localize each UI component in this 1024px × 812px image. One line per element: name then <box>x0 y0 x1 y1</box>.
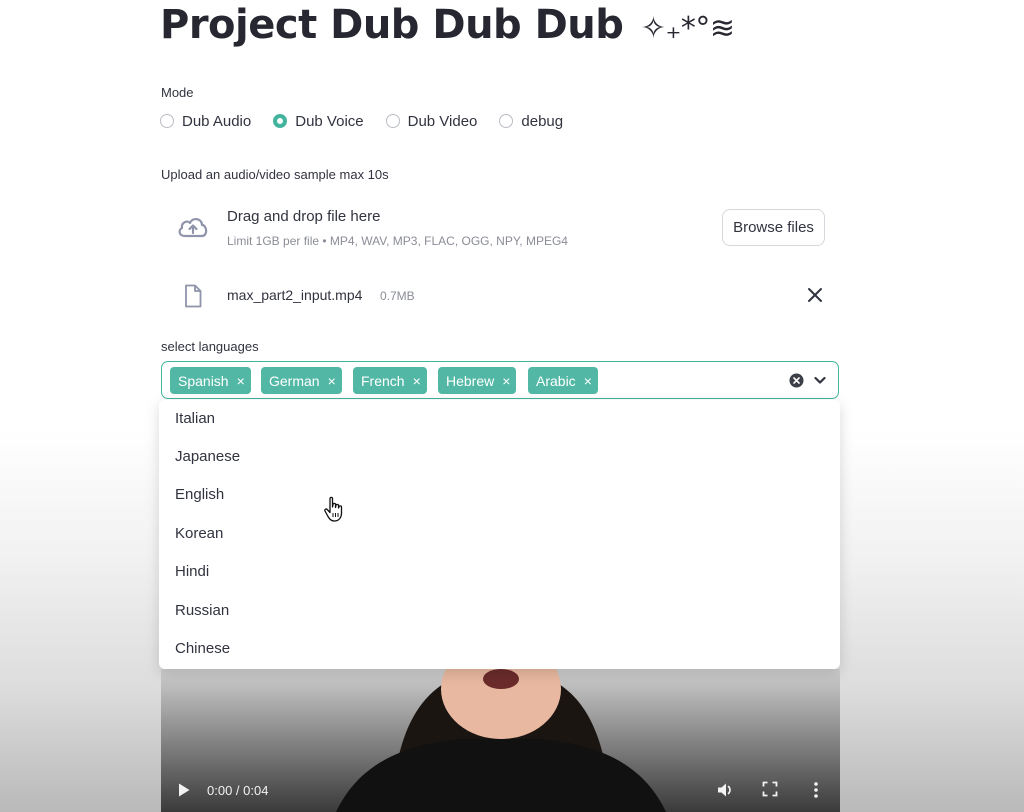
tag-remove-icon[interactable]: × <box>237 373 245 389</box>
more-vertical-icon[interactable] <box>812 780 820 800</box>
dropzone-limit: Limit 1GB per file • MP4, WAV, MP3, FLAC… <box>227 234 568 248</box>
radio-debug[interactable]: debug <box>499 113 563 130</box>
language-dropdown: Italian Japanese English Korean Hindi Ru… <box>159 400 840 669</box>
tag-remove-icon[interactable]: × <box>328 373 336 389</box>
radio-dub-voice[interactable]: Dub Voice <box>273 112 364 130</box>
tag-label: Hebrew <box>446 372 495 389</box>
languages-label: select languages <box>161 339 259 354</box>
dropdown-option[interactable]: Chinese <box>175 630 230 668</box>
dropzone-instructions: Drag and drop file here <box>227 208 381 225</box>
uploaded-file-size: 0.7MB <box>380 289 415 303</box>
tag-label: French <box>361 372 405 389</box>
dropdown-option[interactable]: Italian <box>175 400 215 438</box>
radio-dub-audio[interactable]: Dub Audio <box>160 113 251 130</box>
volume-icon[interactable] <box>716 781 734 799</box>
tag-label: German <box>269 372 320 389</box>
tag-label: Arabic <box>536 372 576 389</box>
radio-label: Dub Video <box>407 112 478 130</box>
close-icon[interactable] <box>806 286 824 304</box>
radio-circle[interactable] <box>160 114 174 128</box>
page-title: Project Dub Dub Dub ✧₊*°≋ <box>160 0 735 54</box>
radio-circle[interactable] <box>499 114 514 128</box>
browse-files-button[interactable]: Browse files <box>722 209 825 246</box>
radio-dub-video[interactable]: Dub Video <box>385 112 478 130</box>
dropdown-option[interactable]: English <box>175 476 224 514</box>
dropdown-option[interactable]: Russian <box>175 592 229 630</box>
fullscreen-icon[interactable] <box>762 781 778 797</box>
uploaded-file-name: max_part2_input.mp4 <box>227 287 363 303</box>
radio-label: Dub Voice <box>295 112 364 130</box>
tag-remove-icon[interactable]: × <box>413 373 421 389</box>
radio-circle[interactable] <box>385 114 400 128</box>
chevron-down-icon[interactable] <box>813 373 827 387</box>
radio-label: debug <box>521 112 564 130</box>
radio-circle-checked[interactable] <box>273 114 288 128</box>
language-tag: Arabic × <box>528 367 598 394</box>
language-tag: German × <box>261 367 342 394</box>
mode-label: Mode <box>161 85 194 100</box>
language-tag: French × <box>353 367 427 394</box>
title-decoration: ✧₊*°≋ <box>640 11 735 46</box>
dropdown-option[interactable]: Hindi <box>175 553 209 591</box>
tag-label: Spanish <box>178 372 229 389</box>
clear-icon[interactable] <box>789 373 804 388</box>
file-icon <box>185 284 202 308</box>
dropdown-option[interactable]: Korean <box>175 515 223 553</box>
video-time: 0:00 / 0:04 <box>207 783 269 798</box>
language-tag: Hebrew × <box>438 367 517 394</box>
tag-remove-icon[interactable]: × <box>502 373 510 389</box>
language-tag: Spanish × <box>170 367 251 394</box>
hand-pointer-icon <box>324 496 343 522</box>
play-icon[interactable] <box>177 782 191 798</box>
radio-label: Dub Audio <box>182 112 252 130</box>
dropdown-option[interactable]: Japanese <box>175 438 240 476</box>
tag-remove-icon[interactable]: × <box>584 373 592 389</box>
upload-label: Upload an audio/video sample max 10s <box>161 167 389 182</box>
cloud-upload-icon <box>178 218 208 238</box>
mode-radio-group: Dub Audio Dub Voice Dub Video debug <box>160 110 563 132</box>
page-title-text: Project Dub Dub Dub <box>160 2 624 48</box>
